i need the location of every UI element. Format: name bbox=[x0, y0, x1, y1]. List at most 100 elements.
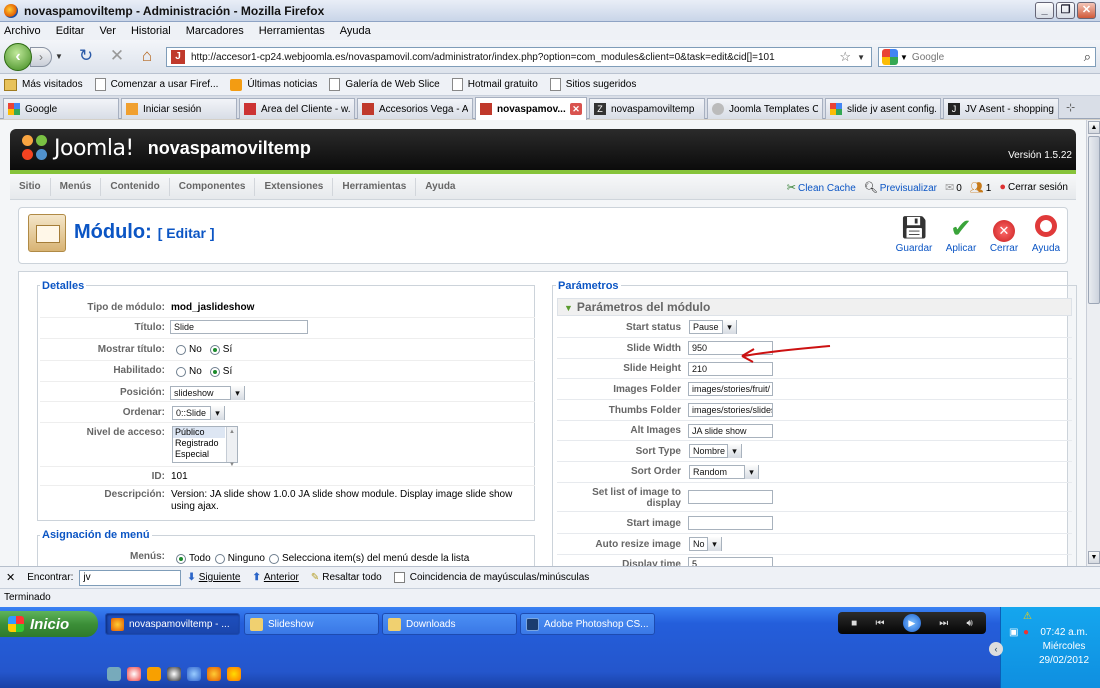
show-title-no-radio[interactable] bbox=[176, 344, 186, 355]
search-icon[interactable]: ⌕ bbox=[1084, 49, 1091, 65]
warning-icon[interactable]: ⚠ bbox=[1023, 611, 1032, 622]
find-input[interactable] bbox=[79, 569, 182, 586]
find-prev-button[interactable]: ⬆ Anterior bbox=[252, 572, 298, 583]
bookmark-ultimas-noticias[interactable]: Últimas noticias bbox=[230, 78, 317, 91]
forward-button[interactable]: › bbox=[30, 47, 52, 67]
jmenu-menus[interactable]: Menús bbox=[51, 177, 102, 196]
close-window-button[interactable]: ✕ bbox=[1077, 2, 1096, 19]
tab-accesorios-vega[interactable]: Accesorios Vega - A... bbox=[357, 98, 473, 119]
search-engine-dropdown-icon[interactable]: ▼ bbox=[900, 53, 908, 62]
quicklaunch-firefox-icon[interactable] bbox=[207, 667, 221, 681]
url-dropdown-icon[interactable]: ▼ bbox=[857, 53, 865, 62]
logout-link[interactable]: ● Cerrar sesión bbox=[999, 181, 1068, 193]
preview-link[interactable]: 🔍︎ Previsualizar bbox=[864, 181, 937, 194]
jmenu-herramientas[interactable]: Herramientas bbox=[333, 177, 417, 196]
quicklaunch-chrome-icon[interactable] bbox=[127, 667, 141, 681]
title-input[interactable]: Slide bbox=[170, 320, 308, 334]
position-select[interactable]: slideshow bbox=[170, 386, 245, 400]
tab-area-cliente[interactable]: Área del Cliente - w... bbox=[239, 98, 355, 119]
jmenu-contenido[interactable]: Contenido bbox=[101, 177, 170, 196]
slide-height-input[interactable]: 210 bbox=[688, 362, 773, 376]
play-icon[interactable]: ▶ bbox=[902, 614, 921, 632]
quicklaunch-office-icon[interactable] bbox=[147, 667, 161, 681]
image-list-input[interactable] bbox=[688, 490, 773, 504]
close-findbar-icon[interactable]: ✕ bbox=[6, 571, 15, 584]
tab-iniciar-sesion[interactable]: Iniciar sesión bbox=[121, 98, 237, 119]
bookmark-sitios-sugeridos[interactable]: Sitios sugeridos bbox=[549, 78, 636, 91]
menu-editar[interactable]: Editar bbox=[56, 25, 85, 37]
taskbar-clock[interactable]: 07:42 a.m. Miércoles 29/02/2012 bbox=[1030, 626, 1098, 668]
save-button[interactable]: 💾︎ Guardar bbox=[891, 215, 937, 254]
access-option-publico[interactable]: Público bbox=[173, 427, 225, 438]
thumbs-folder-input[interactable]: images/stories/slides bbox=[688, 403, 773, 417]
search-input[interactable] bbox=[911, 51, 1084, 63]
images-folder-input[interactable]: images/stories/fruit/ bbox=[688, 382, 773, 396]
tab-novaspamovil-active[interactable]: novaspamov... ✕ bbox=[475, 97, 587, 120]
apply-button[interactable]: ✔ Aplicar bbox=[938, 215, 984, 254]
restore-button[interactable]: ❐ bbox=[1056, 2, 1075, 19]
task-photoshop[interactable]: Adobe Photoshop CS... bbox=[520, 613, 655, 635]
start-button[interactable]: Inicio bbox=[0, 611, 98, 637]
access-level-list[interactable]: Público Registrado Especial ▲ ▼ bbox=[172, 426, 238, 468]
url-text[interactable]: http://accesor1-cp24.webjoomla.es/novasp… bbox=[191, 52, 839, 63]
tab-slide-jv[interactable]: slide jv asent config... bbox=[825, 98, 941, 119]
next-track-icon[interactable]: ⏭ bbox=[939, 618, 948, 629]
start-status-select[interactable]: Pause bbox=[689, 320, 737, 334]
google-icon[interactable] bbox=[882, 49, 898, 65]
task-slideshow[interactable]: Slideshow bbox=[244, 613, 379, 635]
menu-archivo[interactable]: Archivo bbox=[4, 25, 41, 37]
clean-cache-link[interactable]: ✂ Clean Cache bbox=[787, 181, 856, 194]
menu-ayuda[interactable]: Ayuda bbox=[340, 25, 371, 37]
jmenu-ayuda[interactable]: Ayuda bbox=[416, 178, 464, 196]
bookmark-star-icon[interactable]: ☆ bbox=[839, 49, 851, 65]
history-dropdown-icon[interactable]: ▼ bbox=[55, 52, 63, 61]
highlight-all-button[interactable]: ✎ Resaltar todo bbox=[311, 572, 382, 583]
auto-resize-select[interactable]: No bbox=[689, 537, 722, 551]
jmenu-sitio[interactable]: Sitio bbox=[10, 177, 51, 196]
reload-icon[interactable]: ↻ bbox=[76, 46, 96, 66]
checkbox-box[interactable] bbox=[393, 572, 405, 583]
quicklaunch-media-icon[interactable] bbox=[167, 667, 181, 681]
tray-collapse-icon[interactable]: ‹ bbox=[989, 642, 1003, 656]
home-icon[interactable]: ⌂ bbox=[137, 46, 157, 66]
stop-icon[interactable]: ✕ bbox=[107, 46, 127, 66]
minimize-button[interactable]: _ bbox=[1035, 2, 1054, 19]
menus-select-radio[interactable] bbox=[268, 553, 279, 564]
find-next-button[interactable]: ⬇ Siguiente bbox=[187, 572, 240, 583]
tab-google[interactable]: Google bbox=[3, 98, 119, 119]
help-button[interactable]: Ayuda bbox=[1023, 215, 1069, 254]
tab-jv-asent[interactable]: J JV Asent - shopping... bbox=[943, 98, 1059, 119]
sort-order-select[interactable]: Random bbox=[689, 465, 759, 479]
previous-track-icon[interactable]: ⏮ bbox=[876, 618, 885, 629]
menu-herramientas[interactable]: Herramientas bbox=[259, 25, 325, 37]
tab-novaspamoviltemp[interactable]: Znovaspamoviltemp bbox=[589, 98, 705, 119]
vertical-scrollbar[interactable]: ▲ ▼ bbox=[1086, 120, 1100, 566]
menu-marcadores[interactable]: Marcadores bbox=[186, 25, 244, 37]
bookmark-comenzar[interactable]: Comenzar a usar Firef... bbox=[94, 78, 218, 91]
antivirus-icon[interactable]: ● bbox=[1023, 627, 1029, 638]
network-icon[interactable]: ▣ bbox=[1009, 627, 1018, 638]
order-select[interactable]: 0::Slide bbox=[172, 406, 225, 420]
quicklaunch-desktop-icon[interactable] bbox=[107, 667, 121, 681]
scroll-thumb[interactable] bbox=[1088, 136, 1100, 304]
bookmark-mas-visitados[interactable]: Más visitados bbox=[4, 78, 83, 91]
list-all-tabs-icon[interactable]: ⊹ bbox=[1066, 101, 1075, 114]
close-button[interactable]: ✕ Cerrar bbox=[981, 215, 1027, 254]
messages-count[interactable]: ✉ 0 bbox=[945, 181, 962, 194]
scroll-up-arrow[interactable]: ▲ bbox=[1088, 121, 1100, 134]
menu-ver[interactable]: Ver bbox=[99, 25, 116, 37]
start-image-input[interactable] bbox=[688, 516, 773, 530]
task-firefox[interactable]: novaspamoviltemp - ... bbox=[105, 613, 240, 635]
jmenu-extensiones[interactable]: Extensiones bbox=[255, 177, 334, 196]
menu-historial[interactable]: Historial bbox=[131, 25, 171, 37]
bookmark-hotmail[interactable]: Hotmail gratuito bbox=[451, 78, 538, 91]
enabled-yes-radio[interactable] bbox=[209, 366, 220, 377]
module-params-section-header[interactable]: ▼ Parámetros del módulo bbox=[557, 298, 1072, 316]
show-title-yes-radio[interactable] bbox=[209, 344, 220, 355]
tab-joomla-templates[interactable]: Joomla Templates C... bbox=[707, 98, 823, 119]
menus-all-radio[interactable] bbox=[176, 553, 186, 564]
bookmark-galeria[interactable]: Galería de Web Slice bbox=[329, 78, 440, 91]
stop-media-icon[interactable]: ■ bbox=[851, 618, 857, 629]
search-box[interactable]: ▼ ⌕ bbox=[878, 47, 1096, 67]
scroll-down-arrow[interactable]: ▼ bbox=[1088, 551, 1100, 564]
